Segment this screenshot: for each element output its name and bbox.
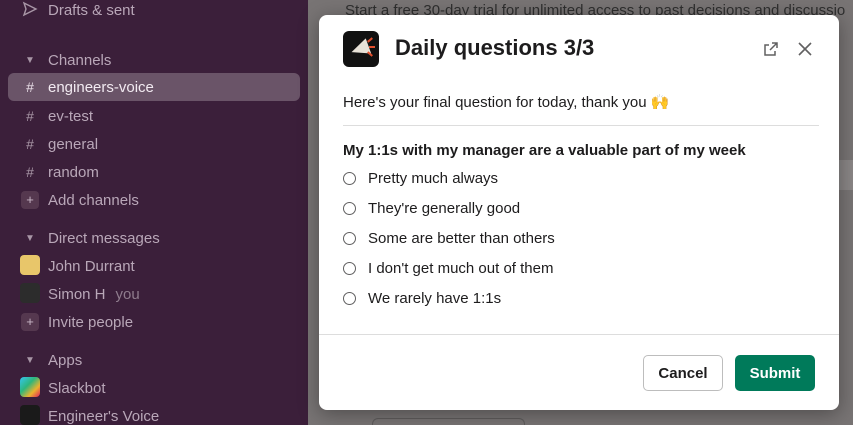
cancel-button[interactable]: Cancel	[643, 355, 723, 391]
add-channels-label: Add channels	[48, 191, 139, 209]
channel-label: general	[48, 135, 99, 153]
modal-title: Daily questions 3/3	[395, 35, 595, 60]
sidebar-item-random[interactable]: # random	[0, 158, 308, 186]
caret-down-icon: ▼	[25, 54, 35, 66]
sidebar-item-general[interactable]: # general	[0, 130, 308, 158]
dm-label: Simon H	[48, 285, 106, 303]
send-icon	[20, 1, 40, 20]
caret-down-icon: ▼	[25, 354, 35, 366]
footer-divider	[319, 334, 839, 335]
avatar	[20, 282, 40, 303]
sidebar-item-slackbot[interactable]: Slackbot	[0, 374, 308, 402]
app-avatar	[20, 404, 40, 425]
avatar	[20, 254, 40, 275]
channel-label: engineers-voice	[48, 78, 154, 96]
app-label: Slackbot	[48, 379, 106, 397]
hash-icon: #	[26, 164, 34, 180]
radio-button[interactable]	[343, 171, 356, 185]
invite-label: Invite people	[48, 313, 134, 331]
option-label: We rarely have 1:1s	[368, 289, 502, 307]
close-icon[interactable]	[795, 39, 815, 59]
channels-section-header[interactable]: ▼ Channels	[0, 46, 308, 74]
option-some-better[interactable]: Some are better than others	[343, 228, 555, 248]
option-generally-good[interactable]: They're generally good	[343, 198, 520, 218]
channel-label: random	[48, 163, 99, 181]
background-panel-edge	[838, 160, 853, 190]
question-label: My 1:1s with my manager are a valuable p…	[343, 142, 746, 159]
sidebar: Drafts & sent ▼ Channels # engineers-voi…	[0, 0, 308, 425]
option-rarely-have[interactable]: We rarely have 1:1s	[343, 288, 501, 308]
daily-questions-modal: Daily questions 3/3 Here's your final qu…	[319, 15, 839, 410]
option-pretty-much-always[interactable]: Pretty much always	[343, 168, 498, 188]
app-label: Engineer's Voice	[48, 407, 160, 425]
section-label: Channels	[48, 51, 112, 69]
option-label: They're generally good	[368, 199, 521, 217]
caret-down-icon: ▼	[25, 232, 35, 244]
option-label: I don't get much out of them	[368, 259, 554, 277]
radio-button[interactable]	[343, 231, 356, 245]
channel-label: ev-test	[48, 107, 94, 125]
sidebar-item-label: Drafts & sent	[48, 1, 135, 19]
slackbot-avatar	[20, 376, 40, 397]
section-label: Apps	[48, 351, 83, 369]
you-suffix: you	[115, 285, 140, 303]
option-dont-get-much[interactable]: I don't get much out of them	[343, 258, 553, 278]
plus-icon: +	[21, 191, 39, 209]
sidebar-item-engineers-voice-app[interactable]: Engineer's Voice	[0, 402, 308, 425]
open-external-icon[interactable]	[761, 39, 781, 59]
dm-section-header[interactable]: ▼ Direct messages	[0, 224, 308, 252]
sidebar-item-ev-test[interactable]: # ev-test	[0, 102, 308, 130]
submit-button[interactable]: Submit	[735, 355, 815, 391]
invite-people-button[interactable]: + Invite people	[0, 308, 308, 336]
divider	[343, 125, 819, 126]
hash-icon: #	[26, 136, 34, 152]
option-label: Pretty much always	[368, 169, 499, 187]
radio-button[interactable]	[343, 201, 356, 215]
apps-section-header[interactable]: ▼ Apps	[0, 346, 308, 374]
intro-text: Here's your final question for today, th…	[343, 94, 670, 111]
plus-icon: +	[21, 313, 39, 331]
radio-button[interactable]	[343, 261, 356, 275]
dm-label: John Durrant	[48, 257, 135, 275]
section-label: Direct messages	[48, 229, 160, 247]
hash-icon: #	[26, 108, 34, 124]
sidebar-item-simon-h[interactable]: Simon H you	[0, 280, 308, 308]
megaphone-icon	[343, 31, 379, 67]
background-input-edge	[372, 418, 525, 425]
sidebar-item-drafts[interactable]: Drafts & sent	[0, 0, 308, 24]
add-channels-button[interactable]: + Add channels	[0, 186, 308, 214]
radio-button[interactable]	[343, 291, 356, 305]
sidebar-item-engineers-voice[interactable]: # engineers-voice	[8, 73, 300, 101]
hash-icon: #	[26, 79, 34, 95]
option-label: Some are better than others	[368, 229, 555, 247]
sidebar-item-john-durrant[interactable]: John Durrant	[0, 252, 308, 280]
